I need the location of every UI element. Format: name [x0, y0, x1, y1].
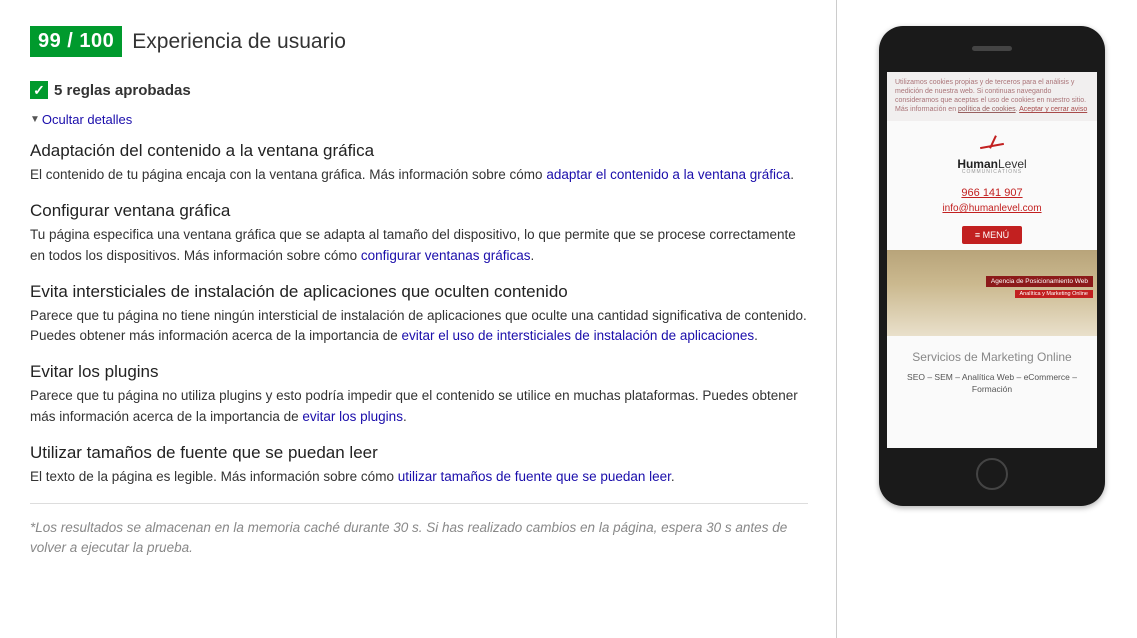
hero-tag-2: Analítica y Marketing Online — [1015, 290, 1093, 298]
brand-subtitle: COMMUNICATIONS — [887, 169, 1097, 175]
score-badge: 99 / 100 — [30, 26, 122, 57]
rule-description: Parece que tu página no tiene ningún int… — [30, 306, 808, 347]
cookie-notice: Utilizamos cookies propias y de terceros… — [887, 72, 1097, 121]
rule-title: Evita intersticiales de instalación de a… — [30, 282, 808, 302]
caret-down-icon: ▼ — [30, 114, 40, 125]
rule-help-link[interactable]: configurar ventanas gráficas — [361, 248, 531, 263]
brand-logo: HumanLevel COMMUNICATIONS — [887, 121, 1097, 181]
rule-help-link[interactable]: evitar los plugins — [302, 409, 403, 424]
rule-help-link[interactable]: adaptar el contenido a la ventana gráfic… — [546, 167, 790, 182]
passed-count-label: 5 reglas aprobadas — [54, 82, 191, 99]
rule-item: Adaptación del contenido a la ventana gr… — [30, 141, 808, 185]
toggle-details[interactable]: ▼ Ocultar detalles — [30, 112, 132, 127]
rule-description: Parece que tu página no utiliza plugins … — [30, 386, 808, 427]
menu-button[interactable]: ≡ MENÚ — [962, 226, 1022, 244]
rule-item: Configurar ventana gráfica Tu página espe… — [30, 201, 808, 266]
phone-mockup: Utilizamos cookies propias y de terceros… — [879, 26, 1105, 506]
services-subheading: SEO – SEM – Analítica Web – eCommerce – … — [887, 372, 1097, 396]
cookie-accept-link[interactable]: Aceptar y cerrar aviso — [1019, 106, 1087, 113]
hero-tag-1: Agencia de Posicionamiento Web — [986, 276, 1093, 287]
rule-title: Configurar ventana gráfica — [30, 201, 808, 221]
rule-title: Adaptación del contenido a la ventana gr… — [30, 141, 808, 161]
rule-description: Tu página especifica una ventana gráfica… — [30, 225, 808, 266]
rule-help-link[interactable]: evitar el uso de intersticiales de insta… — [401, 328, 754, 343]
services-heading: Servicios de Marketing Online — [887, 336, 1097, 372]
contact-email[interactable]: info@humanlevel.com — [887, 203, 1097, 214]
rule-title: Utilizar tamaños de fuente que se puedan… — [30, 443, 808, 463]
rule-title: Evitar los plugins — [30, 362, 808, 382]
rule-item: Utilizar tamaños de fuente que se puedan… — [30, 443, 808, 487]
rule-item: Evita intersticiales de instalación de a… — [30, 282, 808, 347]
hero-banner: Agencia de Posicionamiento Web Analítica… — [887, 250, 1097, 336]
rule-help-link[interactable]: utilizar tamaños de fuente que se puedan… — [398, 469, 671, 484]
phone-screen: Utilizamos cookies propias y de terceros… — [887, 72, 1097, 448]
score-row: 99 / 100 Experiencia de usuario — [30, 26, 808, 57]
rule-item: Evitar los plugins Parece que tu página n… — [30, 362, 808, 427]
cache-footnote: *Los resultados se almacenan en la memor… — [30, 503, 808, 559]
contact-phone[interactable]: 966 141 907 — [887, 187, 1097, 199]
score-title: Experiencia de usuario — [132, 30, 346, 54]
toggle-label: Ocultar detalles — [42, 112, 132, 127]
preview-panel: Utilizamos cookies propias y de terceros… — [837, 0, 1137, 638]
rule-description: El texto de la página es legible. Más in… — [30, 467, 808, 487]
logo-mark-icon — [982, 135, 1002, 153]
rule-description: El contenido de tu página encaja con la … — [30, 165, 808, 185]
passed-summary: ✓ 5 reglas aprobadas — [30, 81, 808, 99]
cookie-policy-link[interactable]: política de cookies — [958, 106, 1016, 113]
results-panel: 99 / 100 Experiencia de usuario ✓ 5 regl… — [0, 0, 837, 638]
check-icon: ✓ — [30, 81, 48, 99]
